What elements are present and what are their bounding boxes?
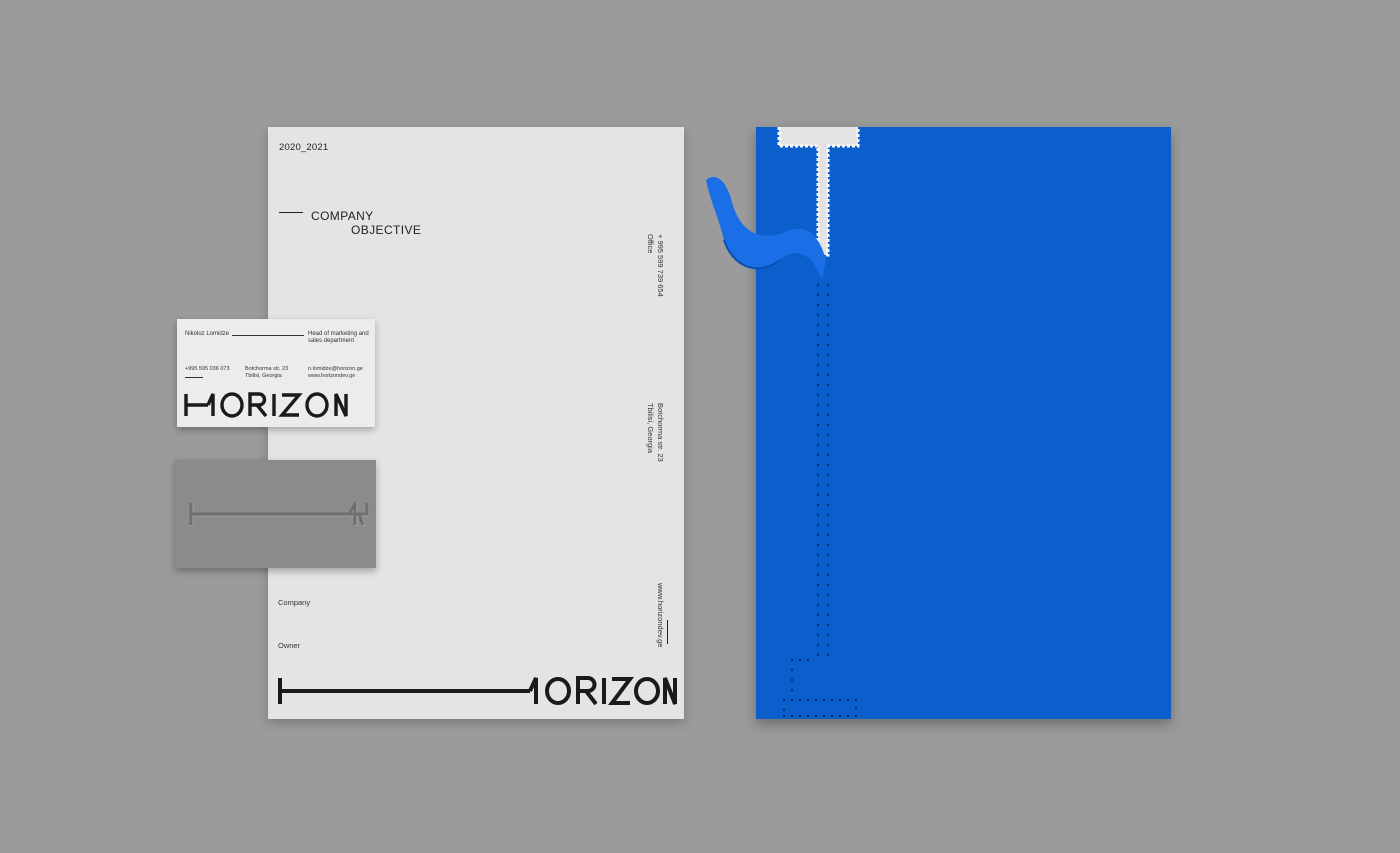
perforation-right	[826, 283, 830, 657]
phone-label: Office	[646, 234, 655, 254]
business-card-back	[175, 460, 376, 568]
perforation-left	[816, 283, 820, 657]
card-name-rule	[232, 335, 304, 336]
website-rule	[667, 620, 668, 644]
business-card-front: Nikoloz Lomidze Head of marketing and sa…	[177, 319, 375, 427]
card-title-line-1: Head of marketing and	[308, 331, 369, 337]
letterhead-contact-phone: + 995 599 739 654 Office	[645, 234, 665, 297]
card-horizon-logo	[184, 392, 348, 418]
card-website: www.horizondev.ge	[308, 373, 356, 379]
card-contact: n.lomidze@horizon.ge www.horizondev.ge	[308, 366, 363, 380]
phone-number: + 995 599 739 654	[656, 234, 665, 297]
perforation-bottom	[782, 658, 858, 718]
objective-dash	[279, 212, 303, 213]
card-address-line-1: Botchorma str. 23	[245, 366, 289, 372]
objective-line-1: COMPANY	[311, 209, 374, 223]
card-job-title: Head of marketing and sales department	[308, 331, 370, 345]
card-email: n.lomidze@horizon.ge	[308, 366, 363, 372]
address-line-2: Tbilisi, Georgia	[646, 403, 655, 454]
card-person-name: Nikoloz Lomidze	[185, 331, 230, 337]
letterhead-address: Botchorma str. 23 Tbilisi, Georgia	[645, 403, 665, 462]
card-title-line-2: sales department	[308, 338, 355, 344]
folder-tearaway-graphic	[706, 127, 860, 718]
card-address-line-2: Tbilisi, Georgia	[245, 373, 282, 379]
card-address: Botchorma str. 23 Tbilisi, Georgia	[245, 366, 288, 380]
owner-label: Owner	[278, 641, 301, 650]
peeled-strip	[706, 176, 826, 280]
letterhead-year: 2020_2021	[279, 142, 329, 153]
objective-line-2: OBJECTIVE	[351, 223, 422, 237]
horizon-logo	[278, 676, 677, 706]
embossed-logo	[189, 501, 369, 527]
card-phone-rule	[185, 377, 203, 378]
address-line-1: Botchorma str. 23	[656, 403, 665, 462]
company-label: Company	[278, 598, 311, 607]
card-phone: +995 595 036 073	[185, 366, 230, 372]
letterhead-website: www.horizondev.ge	[656, 583, 665, 648]
